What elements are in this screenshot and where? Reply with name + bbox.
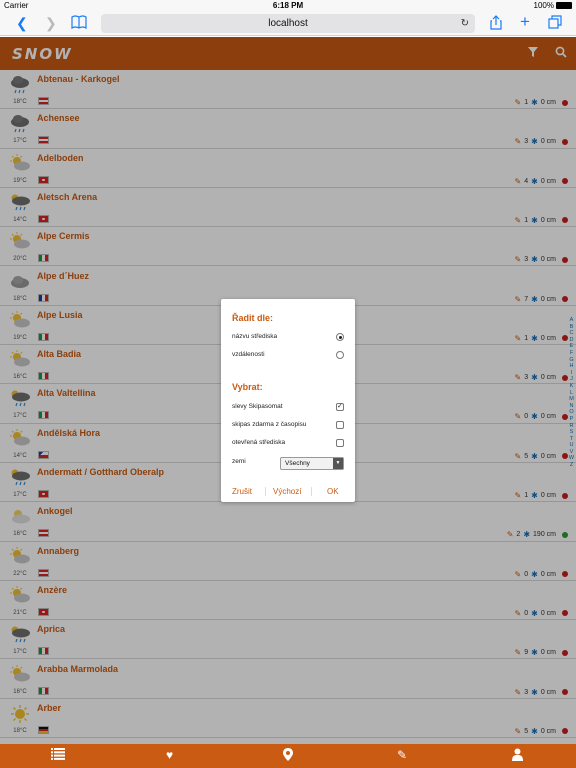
filter-option-label: slevy Skipasomat [232,403,283,410]
sort-option-distance[interactable]: vzdálenosti [232,349,344,361]
sort-option-label: vzdálenosti [232,351,265,358]
list-icon[interactable] [51,748,65,763]
sort-filter-dialog: Řadit dle: názvu střediska vzdálenosti V… [221,299,355,502]
url-text: localhost [268,18,308,29]
browser-toolbar: ❮ ❯ localhost ↻ + [0,12,576,36]
sort-heading: Řadit dle: [232,313,274,323]
sort-option-name[interactable]: názvu střediska [232,331,344,343]
checkbox[interactable] [336,421,344,429]
reload-icon[interactable]: ↻ [461,14,469,33]
country-label-text: zemi [232,458,246,465]
address-bar[interactable]: localhost ↻ [101,14,475,33]
checkbox[interactable] [336,401,344,413]
bottom-tab-bar: ♥ ✎ [0,744,576,768]
plus-icon[interactable]: + [520,13,530,30]
cancel-button[interactable]: Zrušit [232,487,252,496]
chevron-left-icon[interactable]: ❮ [16,15,28,31]
pencil-icon[interactable]: ✎ [397,748,407,762]
location-pin-icon[interactable] [283,748,293,764]
chevron-right-icon[interactable]: ❯ [45,15,57,31]
default-button[interactable]: Výchozí [273,487,301,496]
checkbox[interactable] [336,439,344,447]
battery-percent: 100% [533,1,554,10]
chevron-down-icon: ▼ [333,458,343,469]
button-divider [265,487,266,496]
user-icon[interactable] [512,748,523,764]
filter-option-open-resorts[interactable]: otevřená střediska [232,437,344,449]
filter-heading: Vybrat: [232,382,263,392]
filter-option-discounts[interactable]: slevy Skipasomat [232,401,344,413]
filter-option-free-skipass[interactable]: skipas zdarma z časopisu [232,419,344,431]
share-icon[interactable] [490,15,502,33]
clock: 6:18 PM [272,1,304,10]
radio-button[interactable] [336,351,344,359]
button-divider [311,487,312,496]
battery-icon [556,2,572,9]
country-select-value: Všechny [285,460,310,467]
ok-button[interactable]: OK [327,487,339,496]
radio-button[interactable] [336,333,344,341]
filter-option-label: otevřená střediska [232,439,286,446]
tabs-icon[interactable] [548,15,562,32]
status-bar: Carrier 6:18 PM 100% [0,0,576,12]
heart-icon[interactable]: ♥ [166,748,173,762]
country-select[interactable]: Všechny ▼ [280,457,344,470]
filter-option-label: skipas zdarma z časopisu [232,421,307,428]
battery-indicator: 100% [534,1,572,10]
country-label: zemi [232,456,272,468]
book-icon[interactable] [71,15,87,32]
sort-option-label: názvu střediska [232,333,278,340]
